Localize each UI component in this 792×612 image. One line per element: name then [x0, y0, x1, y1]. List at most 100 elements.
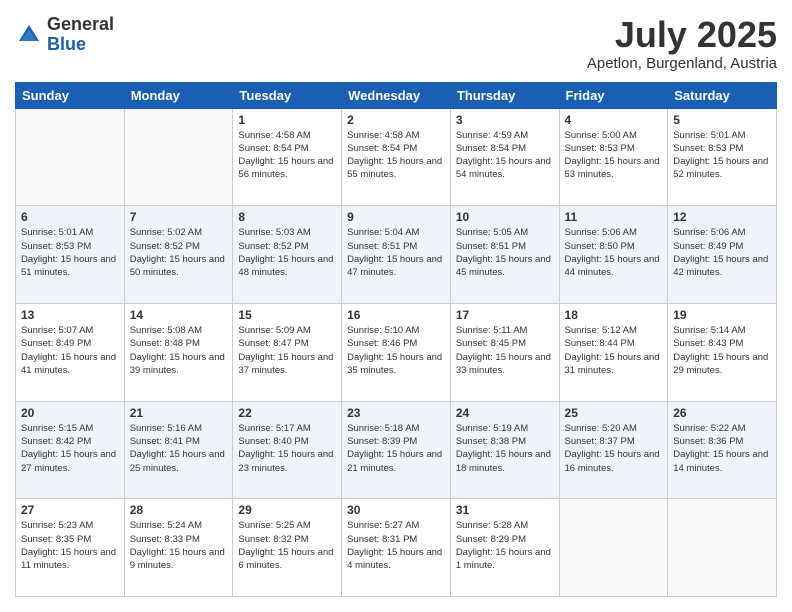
calendar-cell: 27 Sunrise: 5:23 AMSunset: 8:35 PMDayligh… [16, 499, 125, 597]
calendar-cell: 31 Sunrise: 5:28 AMSunset: 8:29 PMDayligh… [450, 499, 559, 597]
header-row: SundayMondayTuesdayWednesdayThursdayFrid… [16, 82, 777, 108]
calendar-cell: 12Sunrise: 5:06 AMSunset: 8:49 PMDayligh… [668, 206, 777, 304]
calendar-cell: 1 Sunrise: 4:58 AMSunset: 8:54 PMDaylight… [233, 108, 342, 206]
cell-text: Sunrise: 5:08 AMSunset: 8:48 PMDaylight:… [130, 324, 228, 377]
header-friday: Friday [559, 82, 668, 108]
calendar-cell: 23 Sunrise: 5:18 AMSunset: 8:39 PMDayligh… [342, 401, 451, 499]
cell-text: Sunrise: 5:19 AMSunset: 8:38 PMDaylight:… [456, 422, 554, 475]
calendar-cell [559, 499, 668, 597]
day-number: 31 [456, 503, 554, 517]
logo-text: General Blue [47, 15, 114, 55]
day-number: 1 [238, 113, 336, 127]
day-number: 7 [130, 210, 228, 224]
cell-text: Sunrise: 5:18 AMSunset: 8:39 PMDaylight:… [347, 422, 445, 475]
calendar-cell: 4 Sunrise: 5:00 AMSunset: 8:53 PMDaylight… [559, 108, 668, 206]
week-row-0: 1 Sunrise: 4:58 AMSunset: 8:54 PMDaylight… [16, 108, 777, 206]
calendar-cell [124, 108, 233, 206]
header-sunday: Sunday [16, 82, 125, 108]
cell-text: Sunrise: 5:01 AMSunset: 8:53 PMDaylight:… [21, 226, 119, 279]
calendar-cell: 28 Sunrise: 5:24 AMSunset: 8:33 PMDayligh… [124, 499, 233, 597]
cell-text: Sunrise: 5:24 AMSunset: 8:33 PMDaylight:… [130, 519, 228, 572]
cell-text: Sunrise: 5:20 AMSunset: 8:37 PMDaylight:… [565, 422, 663, 475]
header-thursday: Thursday [450, 82, 559, 108]
calendar-cell: 29Sunrise: 5:25 AMSunset: 8:32 PMDayligh… [233, 499, 342, 597]
day-number: 23 [347, 406, 445, 420]
day-number: 26 [673, 406, 771, 420]
calendar-cell: 26 Sunrise: 5:22 AMSunset: 8:36 PMDayligh… [668, 401, 777, 499]
logo-blue: Blue [47, 35, 114, 55]
calendar-cell: 3Sunrise: 4:59 AMSunset: 8:54 PMDaylight… [450, 108, 559, 206]
cell-text: Sunrise: 5:27 AMSunset: 8:31 PMDaylight:… [347, 519, 445, 572]
cell-text: Sunrise: 5:15 AMSunset: 8:42 PMDaylight:… [21, 422, 119, 475]
header: General Blue July 2025 Apetlon, Burgenla… [15, 15, 777, 72]
day-number: 16 [347, 308, 445, 322]
calendar-cell: 25 Sunrise: 5:20 AMSunset: 8:37 PMDayligh… [559, 401, 668, 499]
calendar-cell [16, 108, 125, 206]
cell-text: Sunrise: 5:16 AMSunset: 8:41 PMDaylight:… [130, 422, 228, 475]
header-wednesday: Wednesday [342, 82, 451, 108]
cell-text: Sunrise: 5:14 AMSunset: 8:43 PMDaylight:… [673, 324, 771, 377]
day-number: 2 [347, 113, 445, 127]
cell-text: Sunrise: 5:22 AMSunset: 8:36 PMDaylight:… [673, 422, 771, 475]
calendar-cell: 10 Sunrise: 5:05 AMSunset: 8:51 PMDayligh… [450, 206, 559, 304]
day-number: 30 [347, 503, 445, 517]
header-tuesday: Tuesday [233, 82, 342, 108]
day-number: 15 [238, 308, 336, 322]
day-number: 22 [238, 406, 336, 420]
calendar-cell: 15 Sunrise: 5:09 AMSunset: 8:47 PMDayligh… [233, 303, 342, 401]
day-number: 20 [21, 406, 119, 420]
cell-text: Sunrise: 5:04 AMSunset: 8:51 PMDaylight:… [347, 226, 445, 279]
day-number: 27 [21, 503, 119, 517]
calendar-cell: 17Sunrise: 5:11 AMSunset: 8:45 PMDayligh… [450, 303, 559, 401]
calendar-cell: 19Sunrise: 5:14 AMSunset: 8:43 PMDayligh… [668, 303, 777, 401]
day-number: 14 [130, 308, 228, 322]
calendar-table: SundayMondayTuesdayWednesdayThursdayFrid… [15, 82, 777, 597]
day-number: 28 [130, 503, 228, 517]
week-row-4: 27 Sunrise: 5:23 AMSunset: 8:35 PMDayligh… [16, 499, 777, 597]
day-number: 11 [565, 210, 663, 224]
cell-text: Sunrise: 5:28 AMSunset: 8:29 PMDaylight:… [456, 519, 554, 572]
logo: General Blue [15, 15, 114, 55]
calendar-cell: 20 Sunrise: 5:15 AMSunset: 8:42 PMDayligh… [16, 401, 125, 499]
logo-general: General [47, 15, 114, 35]
location-title: Apetlon, Burgenland, Austria [587, 55, 777, 72]
day-number: 17 [456, 308, 554, 322]
day-number: 25 [565, 406, 663, 420]
header-saturday: Saturday [668, 82, 777, 108]
week-row-3: 20 Sunrise: 5:15 AMSunset: 8:42 PMDayligh… [16, 401, 777, 499]
cell-text: Sunrise: 4:58 AMSunset: 8:54 PMDaylight:… [238, 129, 336, 182]
calendar-cell: 18Sunrise: 5:12 AMSunset: 8:44 PMDayligh… [559, 303, 668, 401]
day-number: 6 [21, 210, 119, 224]
day-number: 8 [238, 210, 336, 224]
cell-text: Sunrise: 5:09 AMSunset: 8:47 PMDaylight:… [238, 324, 336, 377]
page: General Blue July 2025 Apetlon, Burgenla… [0, 0, 792, 612]
day-number: 13 [21, 308, 119, 322]
title-block: July 2025 Apetlon, Burgenland, Austria [587, 15, 777, 72]
day-number: 9 [347, 210, 445, 224]
cell-text: Sunrise: 5:06 AMSunset: 8:49 PMDaylight:… [673, 226, 771, 279]
calendar-cell: 11 Sunrise: 5:06 AMSunset: 8:50 PMDayligh… [559, 206, 668, 304]
cell-text: Sunrise: 5:05 AMSunset: 8:51 PMDaylight:… [456, 226, 554, 279]
day-number: 5 [673, 113, 771, 127]
day-number: 24 [456, 406, 554, 420]
calendar-cell: 22Sunrise: 5:17 AMSunset: 8:40 PMDayligh… [233, 401, 342, 499]
calendar-cell: 8Sunrise: 5:03 AMSunset: 8:52 PMDaylight… [233, 206, 342, 304]
calendar-cell: 21Sunrise: 5:16 AMSunset: 8:41 PMDayligh… [124, 401, 233, 499]
calendar-cell: 6 Sunrise: 5:01 AMSunset: 8:53 PMDaylight… [16, 206, 125, 304]
cell-text: Sunrise: 5:01 AMSunset: 8:53 PMDaylight:… [673, 129, 771, 182]
calendar-cell: 16 Sunrise: 5:10 AMSunset: 8:46 PMDayligh… [342, 303, 451, 401]
day-number: 4 [565, 113, 663, 127]
calendar-cell: 30 Sunrise: 5:27 AMSunset: 8:31 PMDayligh… [342, 499, 451, 597]
cell-text: Sunrise: 5:10 AMSunset: 8:46 PMDaylight:… [347, 324, 445, 377]
logo-icon [15, 21, 43, 49]
cell-text: Sunrise: 4:59 AMSunset: 8:54 PMDaylight:… [456, 129, 554, 182]
calendar-cell [668, 499, 777, 597]
month-title: July 2025 [587, 15, 777, 55]
calendar-cell: 7Sunrise: 5:02 AMSunset: 8:52 PMDaylight… [124, 206, 233, 304]
day-number: 10 [456, 210, 554, 224]
week-row-1: 6 Sunrise: 5:01 AMSunset: 8:53 PMDaylight… [16, 206, 777, 304]
cell-text: Sunrise: 5:23 AMSunset: 8:35 PMDaylight:… [21, 519, 119, 572]
cell-text: Sunrise: 5:00 AMSunset: 8:53 PMDaylight:… [565, 129, 663, 182]
cell-text: Sunrise: 5:06 AMSunset: 8:50 PMDaylight:… [565, 226, 663, 279]
cell-text: Sunrise: 5:12 AMSunset: 8:44 PMDaylight:… [565, 324, 663, 377]
